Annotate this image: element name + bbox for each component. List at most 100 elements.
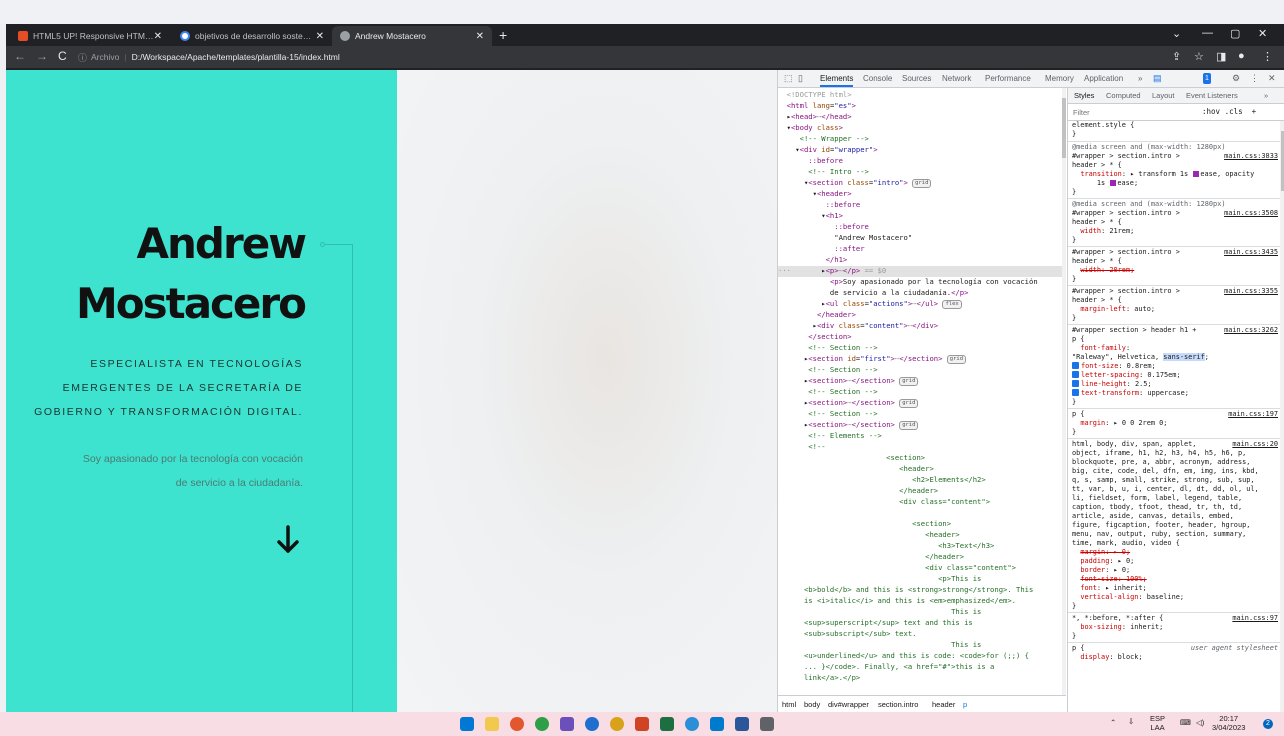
dom-node[interactable]: </header> <box>778 486 1066 497</box>
css-rule-line[interactable]: display: block; <box>1072 653 1278 663</box>
breadcrumb-item[interactable]: body <box>804 700 820 709</box>
dom-node[interactable]: <sub>subscript</sub> text. <box>778 629 1066 640</box>
restore-icon[interactable]: ▢ <box>1230 27 1240 40</box>
tab-search-chevron-icon[interactable]: ⌄ <box>1172 27 1181 40</box>
dom-node[interactable]: <section> <box>778 453 1066 464</box>
breadcrumb-item[interactable]: section.intro <box>878 700 918 709</box>
styles-filter-tools[interactable]: :hov .cls + <box>1202 107 1256 116</box>
breadcrumb-item[interactable]: div#wrapper <box>828 700 869 709</box>
windows-start-icon[interactable] <box>460 717 474 731</box>
dom-node[interactable]: ▸<section>⋯</section> grid <box>778 398 1066 409</box>
css-rule-line[interactable]: } <box>1072 632 1278 642</box>
chrome-canary-icon[interactable] <box>610 717 624 731</box>
clock[interactable]: 20:17 3/04/2023 <box>1212 714 1245 732</box>
firefox-icon[interactable] <box>510 717 524 731</box>
close-icon[interactable]: ✕ <box>476 31 484 42</box>
css-rule-line[interactable]: } <box>1072 188 1278 198</box>
dom-node[interactable]: <h3>Text</h3> <box>778 541 1066 552</box>
volume-icon[interactable]: ◁) <box>1196 718 1204 727</box>
dom-node[interactable]: <p>This is <box>778 574 1066 585</box>
dom-node[interactable]: ▸<div class="content">⋯</div> <box>778 321 1066 332</box>
tab-styles[interactable]: Styles <box>1074 91 1094 100</box>
dom-node[interactable]: <!DOCTYPE html> <box>778 90 1066 101</box>
dom-node[interactable]: link</a>.</p> <box>778 673 1066 684</box>
more-tabs-button[interactable]: » <box>1138 74 1142 83</box>
word-icon[interactable] <box>735 717 749 731</box>
more-styles-tabs[interactable]: » <box>1264 91 1268 100</box>
back-arrow-icon[interactable]: ← <box>14 49 26 63</box>
elements-tree[interactable]: <!DOCTYPE html> <html lang="es"> ▸<head>… <box>778 88 1066 695</box>
forward-arrow-icon[interactable]: → <box>36 49 48 63</box>
breadcrumb-item[interactable]: header <box>932 700 955 709</box>
dom-node[interactable]: ▸<section>⋯</section> grid <box>778 376 1066 387</box>
tab-application[interactable]: Application <box>1084 74 1123 83</box>
dom-node[interactable]: <header> <box>778 530 1066 541</box>
bookmark-star-icon[interactable]: ☆ <box>1194 50 1204 63</box>
dom-node[interactable]: <!-- Intro --> <box>778 167 1066 178</box>
close-icon[interactable]: ✕ <box>316 31 324 42</box>
dom-node[interactable]: ▸<section id="first">⋯</section> grid <box>778 354 1066 365</box>
tab-network[interactable]: Network <box>942 74 971 83</box>
breadcrumb-item[interactable]: html <box>782 700 796 709</box>
tab-andrew-mostacero[interactable]: Andrew Mostacero ✕ <box>332 26 492 46</box>
menu-kebab-icon[interactable]: ⋮ <box>1262 50 1273 63</box>
dom-node-selected[interactable]: ··· ▸<p>⋯</p> == $0 <box>778 266 1066 277</box>
dom-node[interactable]: is <i>italic</i> and this is <em>emphasi… <box>778 596 1066 607</box>
excel-icon[interactable] <box>660 717 674 731</box>
tab-computed[interactable]: Computed <box>1106 91 1141 100</box>
filter-input[interactable] <box>1073 107 1183 118</box>
new-tab-button[interactable]: + <box>499 27 507 43</box>
dom-node[interactable]: </header> <box>778 310 1066 321</box>
language-indicator[interactable]: ESP LAA <box>1150 714 1165 732</box>
css-rule-line[interactable]: } <box>1072 428 1278 438</box>
css-rule-line[interactable]: } <box>1072 314 1278 324</box>
dom-node[interactable]: ::before <box>778 200 1066 211</box>
css-rule-line[interactable]: } <box>1072 236 1278 246</box>
breadcrumb-item-selected[interactable]: p <box>963 700 967 709</box>
omnibox[interactable]: ⓘ Archivo | D:/Workspace/Apache/template… <box>78 49 340 65</box>
dom-node[interactable]: <div class="content"> <box>778 497 1066 508</box>
dom-node[interactable]: ▸<head>⋯</head> <box>778 112 1066 123</box>
dom-node[interactable]: <html lang="es"> <box>778 101 1066 112</box>
dom-node[interactable]: <!-- <box>778 442 1066 453</box>
dom-node[interactable]: <!-- Wrapper --> <box>778 134 1066 145</box>
side-panel-icon[interactable]: ◨ <box>1216 50 1226 63</box>
inspect-element-icon[interactable]: ⬚ <box>784 73 793 84</box>
issues-icon[interactable]: ▤ <box>1153 73 1162 84</box>
css-rule-line[interactable]: } <box>1072 602 1278 612</box>
dom-node[interactable]: ▸<section>⋯</section> grid <box>778 420 1066 431</box>
profile-icon[interactable]: ● <box>1238 50 1245 62</box>
dom-node[interactable]: ▸<ul class="actions">⋯</ul> flex <box>778 299 1066 310</box>
dom-node[interactable] <box>778 508 1066 519</box>
dom-node[interactable]: ▾<div id="wrapper"> <box>778 145 1066 156</box>
dom-node[interactable]: </header> <box>778 552 1066 563</box>
tab-layout[interactable]: Layout <box>1152 91 1175 100</box>
notification-badge[interactable]: 2 <box>1263 719 1273 729</box>
network-icon[interactable]: ⌨ <box>1180 718 1191 727</box>
dom-node[interactable]: <p>Soy apasionado por la tecnología con … <box>778 277 1066 288</box>
dom-node[interactable]: ::before <box>778 156 1066 167</box>
arrow-down-icon[interactable] <box>277 525 299 555</box>
tab-elements[interactable]: Elements <box>820 74 854 87</box>
css-rule-line[interactable]: } <box>1072 275 1278 285</box>
tab-sources[interactable]: Sources <box>902 74 931 83</box>
dom-node[interactable]: ▾<header> <box>778 189 1066 200</box>
css-rule-line[interactable]: } <box>1072 398 1278 408</box>
tab-objetivos[interactable]: objetivos de desarrollo sostenibl ✕ <box>172 26 332 46</box>
scrollbar-thumb[interactable] <box>1062 98 1066 158</box>
dom-node[interactable]: "Andrew Mostacero" <box>778 233 1066 244</box>
settings-gear-icon[interactable]: ⚙ <box>1232 73 1240 84</box>
dom-node[interactable]: <!-- Section --> <box>778 343 1066 354</box>
info-icon[interactable]: ⓘ <box>78 51 87 64</box>
dom-node[interactable]: ::before <box>778 222 1066 233</box>
chrome-dev-icon[interactable] <box>585 717 599 731</box>
dom-node[interactable]: <b>bold</b> and this is <strong>strong</… <box>778 585 1066 596</box>
tab-console[interactable]: Console <box>863 74 892 83</box>
dom-node[interactable]: <sup>superscript</sup> text and this is <box>778 618 1066 629</box>
styles-scrollbar[interactable] <box>1280 121 1284 712</box>
dom-node[interactable]: This is <box>778 607 1066 618</box>
issues-badge[interactable]: 1 <box>1203 73 1211 84</box>
tab-html5up[interactable]: HTML5 UP! Responsive HTML5 a ✕ <box>10 26 170 46</box>
dom-node[interactable]: This is <box>778 640 1066 651</box>
dom-node[interactable]: ▾<body class> <box>778 123 1066 134</box>
